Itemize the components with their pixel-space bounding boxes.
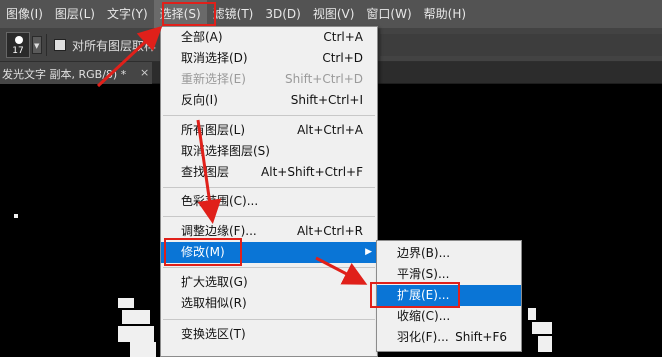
- annotation-arrows: [96, 25, 368, 285]
- arrow-to-expand: [315, 256, 368, 285]
- arrow-to-select-menu: [96, 25, 163, 88]
- arrow-to-modify: [196, 119, 222, 224]
